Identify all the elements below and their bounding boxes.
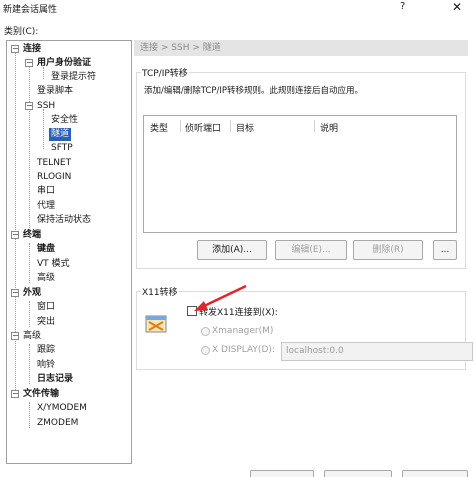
x11-group-title: X11转移 bbox=[141, 285, 179, 298]
tree-line bbox=[29, 344, 30, 384]
tree-item-appearance[interactable]: 外观 bbox=[23, 287, 41, 300]
xdisplay-label[interactable]: X DISPLAY(D): bbox=[212, 345, 275, 355]
delete-button[interactable]: 删除(R) bbox=[353, 240, 423, 260]
tree-item-login-script[interactable]: 登录脚本 bbox=[37, 85, 73, 98]
tree-item-login-prompt[interactable]: 登录提示符 bbox=[51, 71, 96, 84]
tree-item-trace[interactable]: 跟踪 bbox=[37, 344, 55, 357]
more-button[interactable]: ... bbox=[433, 240, 457, 260]
add-button[interactable]: 添加(A)... bbox=[197, 240, 267, 260]
tree-item-vt-mode[interactable]: VT 模式 bbox=[37, 258, 70, 271]
title-bar: 新建会话属性 ? ✕ bbox=[0, 0, 476, 18]
expand-icon[interactable]: − bbox=[25, 102, 33, 110]
column-divider bbox=[230, 120, 231, 132]
close-icon[interactable]: ✕ bbox=[452, 0, 462, 14]
tree-item-terminal[interactable]: 终端 bbox=[23, 229, 41, 242]
column-header-description[interactable]: 说明 bbox=[320, 121, 338, 134]
tree-item-ssh[interactable]: SSH bbox=[37, 100, 55, 113]
xdisplay-radio[interactable] bbox=[201, 346, 210, 355]
tree-item-xymodem[interactable]: X/YMODEM bbox=[37, 402, 87, 415]
tree-item-sftp[interactable]: SFTP bbox=[51, 142, 73, 155]
help-icon[interactable]: ? bbox=[400, 1, 405, 12]
tree-line bbox=[43, 109, 44, 149]
tree-line bbox=[15, 51, 16, 396]
expand-icon[interactable]: − bbox=[25, 59, 33, 67]
tree-item-advanced-terminal[interactable]: 高级 bbox=[37, 272, 55, 285]
tree-line bbox=[29, 65, 30, 230]
window-title: 新建会话属性 bbox=[3, 5, 58, 15]
tree-item-advanced[interactable]: 高级 bbox=[23, 330, 41, 343]
tree-line bbox=[29, 301, 30, 327]
column-divider bbox=[314, 120, 315, 132]
x11-icon bbox=[145, 315, 167, 333]
edit-button[interactable]: 编辑(E)... bbox=[275, 240, 347, 260]
tree-item-zmodem[interactable]: ZMODEM bbox=[37, 417, 78, 430]
tree-item-keyboard[interactable]: 键盘 bbox=[37, 243, 55, 256]
column-header-target[interactable]: 目标 bbox=[236, 121, 254, 134]
column-divider bbox=[180, 120, 181, 132]
category-tree[interactable]: − 连接 − 用户身份验证 登录提示符 登录脚本 − SSH 安全性 隧道 SF… bbox=[6, 40, 132, 464]
xdisplay-input[interactable]: localhost:0.0 bbox=[281, 342, 473, 361]
tree-item-serial[interactable]: 串口 bbox=[37, 185, 55, 198]
xmanager-radio[interactable] bbox=[201, 327, 210, 336]
annotation-arrow-icon bbox=[194, 284, 247, 311]
dialog-button[interactable] bbox=[402, 470, 468, 477]
tcpip-description: 添加/编辑/删除TCP/IP转移规则。此规则连接后自动应用。 bbox=[144, 86, 363, 96]
tree-item-user-auth[interactable]: 用户身份验证 bbox=[37, 57, 91, 70]
tree-item-window[interactable]: 窗口 bbox=[37, 301, 55, 314]
expand-icon[interactable]: − bbox=[11, 390, 19, 398]
category-label: 类别(C): bbox=[4, 27, 39, 37]
expand-icon[interactable]: − bbox=[11, 289, 19, 297]
tree-item-keepalive[interactable]: 保持活动状态 bbox=[37, 214, 91, 227]
dialog-button[interactable] bbox=[250, 470, 314, 477]
tree-item-highlight[interactable]: 突出 bbox=[37, 316, 55, 329]
tree-item-proxy[interactable]: 代理 bbox=[37, 200, 55, 213]
xmanager-label[interactable]: Xmanager(M) bbox=[212, 326, 273, 336]
tree-item-file-transfer[interactable]: 文件传输 bbox=[23, 388, 59, 401]
tree-item-logging[interactable]: 日志记录 bbox=[37, 373, 73, 386]
tree-line bbox=[29, 243, 30, 283]
column-header-type[interactable]: 类型 bbox=[150, 121, 168, 134]
tree-item-rlogin[interactable]: RLOGIN bbox=[37, 171, 71, 184]
tree-item-connection[interactable]: 连接 bbox=[23, 43, 41, 56]
tcpip-group-title: TCP/IP转移 bbox=[141, 66, 189, 79]
expand-icon[interactable]: − bbox=[11, 45, 19, 53]
tree-item-tunnel[interactable]: 隧道 bbox=[49, 128, 72, 141]
forwarding-rules-table[interactable]: 类型 侦听端口 目标 说明 bbox=[143, 115, 457, 233]
expand-icon[interactable]: − bbox=[11, 332, 19, 340]
expand-icon[interactable]: − bbox=[11, 231, 19, 239]
tree-line bbox=[29, 402, 30, 428]
breadcrumb: 连接 > SSH > 隧道 bbox=[134, 40, 468, 56]
tree-item-bell[interactable]: 响铃 bbox=[37, 359, 55, 372]
tree-item-telnet[interactable]: TELNET bbox=[37, 157, 71, 170]
column-header-listen-port[interactable]: 侦听端口 bbox=[185, 121, 221, 134]
dialog-button[interactable] bbox=[324, 470, 392, 477]
tree-item-security[interactable]: 安全性 bbox=[51, 114, 78, 127]
